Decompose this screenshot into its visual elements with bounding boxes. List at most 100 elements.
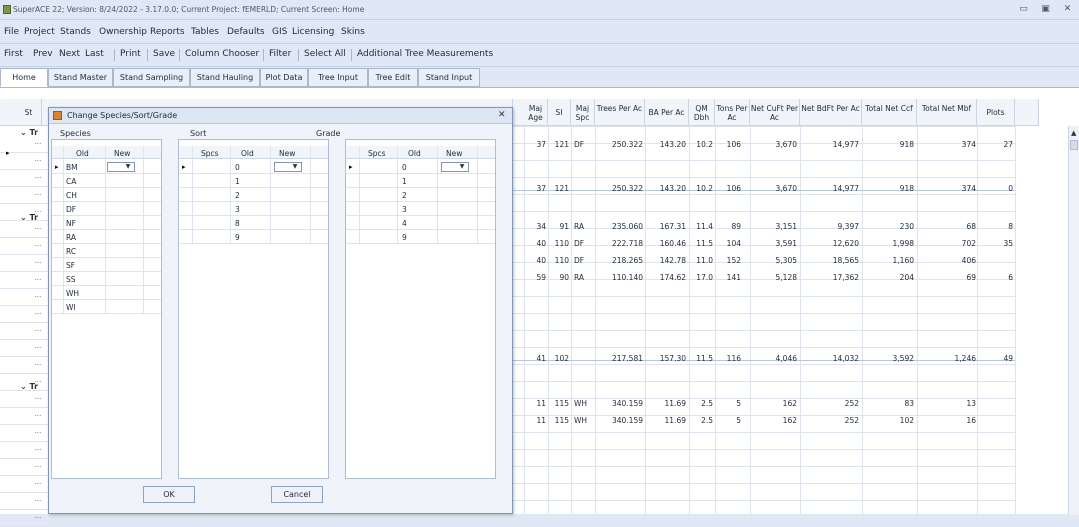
table-row[interactable] [513,351,1015,365]
table-cell: 106 [726,140,741,149]
select-all-button[interactable]: Select All [304,49,346,59]
tab-tree-input[interactable]: Tree Input [308,68,368,87]
table-cell: 3,151 [775,222,797,231]
row-ellipsis-button[interactable]: ... [33,359,43,373]
scroll-up-icon[interactable]: ▲ [1071,129,1076,137]
vertical-scrollbar[interactable]: ▲ [1068,126,1079,515]
grade-new-dropdown[interactable]: ▼ [441,162,469,172]
row-ellipsis-button[interactable]: ... [33,342,43,356]
row-ellipsis-button[interactable]: ... [33,444,43,458]
row-ellipsis-button[interactable]: ... [33,410,43,424]
col-header-plots[interactable]: Plots [977,99,1015,126]
col-header-total-net-mbf[interactable]: Total Net Mbf [917,99,977,126]
table-cell: 18,565 [832,256,859,265]
tab-stand-hauling[interactable]: Stand Hauling [190,68,260,87]
tab-stand-master[interactable]: Stand Master [48,68,113,87]
tab-plot-data[interactable]: Plot Data [260,68,308,87]
dialog-close-icon[interactable]: ✕ [498,110,506,120]
col-header-qm-dbh[interactable]: QM Dbh [689,99,715,126]
menu-skins[interactable]: Skins [341,27,365,37]
dialog-title: Change Species/Sort/Grade [67,111,178,120]
menu-gis[interactable]: GIS [272,27,287,37]
cancel-button[interactable]: Cancel [271,486,323,503]
row-ellipsis-button[interactable]: ... [33,223,43,237]
last-button[interactable]: Last [85,49,104,59]
sort-label: Sort [190,129,207,138]
col-header-maj-spc[interactable]: Maj Spc [571,99,595,126]
row-ellipsis-button[interactable]: ... [33,155,43,169]
scrollbar-thumb[interactable] [1070,140,1078,150]
col-header-si[interactable]: SI [548,99,571,126]
table-row[interactable] [513,413,1015,427]
table-row[interactable] [513,236,1015,250]
col-header-net-bdft-per-ac[interactable]: Net BdFt Per Ac [800,99,862,126]
grid-line [0,220,48,221]
menu-tables[interactable]: Tables [191,27,219,37]
menu-defaults[interactable]: Defaults [227,27,265,37]
row-ellipsis-button[interactable]: ... [33,376,43,390]
table-cell: 160.46 [659,239,686,248]
row-ellipsis-button[interactable]: ... [33,325,43,339]
row-ellipsis-button[interactable]: ... [33,274,43,288]
first-button[interactable]: First [4,49,23,59]
menu-stands[interactable]: Stands [60,27,91,37]
col-header-trees-per-ac[interactable]: Trees Per Ac [595,99,645,126]
menu-licensing[interactable]: Licensing [292,27,334,37]
chevron-down-icon[interactable]: ▼ [457,163,467,171]
menu-ownership[interactable]: Ownership [99,27,147,37]
save-button[interactable]: Save [153,49,175,59]
next-button[interactable]: Next [59,49,80,59]
grid-line [0,390,48,391]
col-header-total-net-ccf[interactable]: Total Net Ccf [862,99,917,126]
chevron-down-icon[interactable]: ▼ [290,163,300,171]
row-ellipsis-button[interactable]: ... [33,240,43,254]
print-button[interactable]: Print [120,49,141,59]
row-ellipsis-button[interactable]: ... [33,257,43,271]
table-row[interactable] [513,270,1015,284]
close-icon[interactable]: ✕ [1062,4,1073,15]
row-ellipsis-button[interactable]: ... [33,478,43,492]
species-new-dropdown[interactable]: ▼ [107,162,135,172]
row-ellipsis-button[interactable]: ... [33,189,43,203]
col-header-net-cuft-per-ac[interactable]: Net CuFt Per Ac [750,99,800,126]
row-ellipsis-button[interactable]: ... [33,308,43,322]
species-col-old: Old [76,149,89,158]
row-ellipsis-button[interactable]: ... [33,393,43,407]
table-cell: 37 [536,184,546,193]
additional-tree-measurements-button[interactable]: Additional Tree Measurements [357,49,493,59]
menu-file[interactable]: File [4,27,19,37]
minimize-icon[interactable]: ▭ [1018,4,1029,15]
col-header-tons-per-ac[interactable]: Tons Per Ac [715,99,750,126]
chevron-down-icon[interactable]: ▼ [123,163,133,171]
row-ellipsis-button[interactable]: ... [33,427,43,441]
ok-button[interactable]: OK [143,486,195,503]
row-ellipsis-button[interactable]: ... [33,206,43,220]
tab-home[interactable]: Home [0,68,48,87]
table-row[interactable] [513,219,1015,233]
maximize-icon[interactable]: ▣ [1040,4,1051,15]
row-ellipsis-button[interactable]: ... [33,495,43,509]
tab-stand-input[interactable]: Stand Input [418,68,480,87]
table-cell: 250.322 [611,184,643,193]
row-ellipsis-button[interactable]: ... [33,512,43,526]
table-row[interactable] [513,396,1015,410]
row-ellipsis-button[interactable]: ... [33,172,43,186]
sort-new-dropdown[interactable]: ▼ [274,162,302,172]
table-row[interactable] [513,137,1015,151]
prev-button[interactable]: Prev [33,49,53,59]
col-header-ba-per-ac[interactable]: BA Per Ac [645,99,689,126]
menu-project[interactable]: Project [24,27,55,37]
row-ellipsis-button[interactable]: ... [33,291,43,305]
filter-button[interactable]: Filter [269,49,291,59]
grid-line [179,187,328,188]
table-row[interactable] [513,181,1015,195]
table-row[interactable] [513,253,1015,267]
tab-tree-edit[interactable]: Tree Edit [368,68,418,87]
menu-reports[interactable]: Reports [150,27,185,37]
row-ellipsis-button[interactable]: ... [33,138,43,152]
row-ellipsis-button[interactable]: ... [33,461,43,475]
col-header-maj-age[interactable]: Maj Age [524,99,548,126]
table-cell: 152 [726,256,741,265]
tab-stand-sampling[interactable]: Stand Sampling [113,68,190,87]
column-chooser-button[interactable]: Column Chooser [185,49,259,59]
